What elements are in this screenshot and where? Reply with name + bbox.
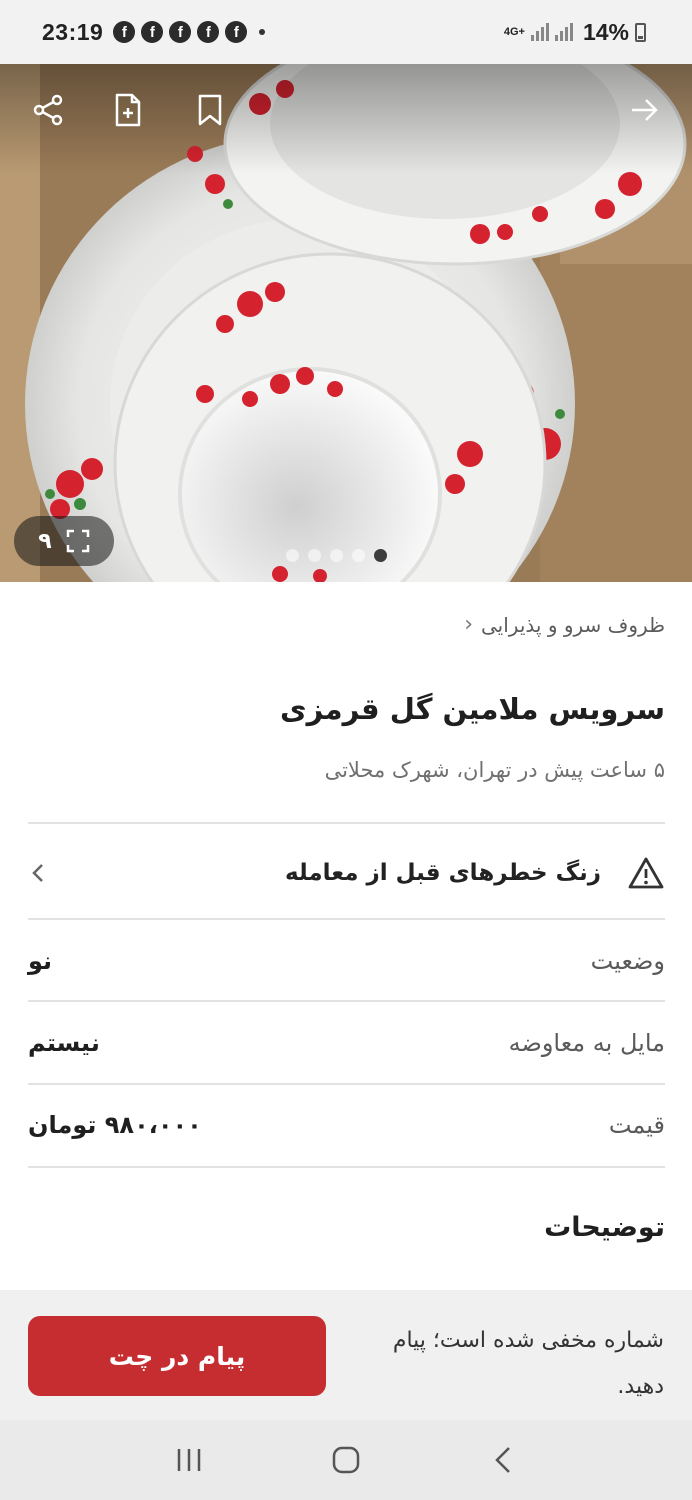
- gallery-page-indicator: [286, 549, 387, 562]
- detail-label: مایل به معاوضه: [508, 1029, 665, 1057]
- status-left: 23:19 f f f f f: [42, 18, 266, 46]
- status-right: 4G+ 14%: [504, 19, 646, 46]
- listing-image-gallery[interactable]: ۹: [0, 64, 692, 582]
- status-bar: 23:19 f f f f f 4G+ 14%: [0, 0, 692, 64]
- image-count: ۹: [38, 528, 52, 554]
- chevron-left-icon: ‹: [464, 612, 474, 637]
- contact-action-bar: شماره مخفی شده است؛ پیام دهید. پیام در چ…: [0, 1290, 692, 1420]
- detail-label: وضعیت: [590, 947, 665, 975]
- detail-row-exchange: مایل به معاوضه نیستم: [28, 1002, 665, 1084]
- hidden-number-note: شماره مخفی شده است؛ پیام دهید.: [392, 1328, 664, 1399]
- divider: [28, 822, 665, 824]
- detail-value: نیستم: [28, 1029, 100, 1057]
- share-icon[interactable]: [30, 92, 66, 128]
- more-notifications-dot-icon: [259, 29, 266, 35]
- image-top-shade: [0, 64, 692, 174]
- divider: [28, 1166, 665, 1168]
- page-dot: [352, 549, 365, 562]
- facebook-notification-icon: f: [169, 21, 192, 43]
- add-note-icon[interactable]: [110, 92, 146, 128]
- back-arrow-icon[interactable]: [626, 92, 662, 128]
- breadcrumb[interactable]: ظروف سرو و پذیرایی ‹: [464, 612, 665, 637]
- home-icon: [332, 1446, 360, 1474]
- warning-label: زنگ خطرهای قبل از معامله: [285, 860, 601, 886]
- page-dot: [308, 549, 321, 562]
- warning-main: زنگ خطرهای قبل از معامله: [285, 856, 665, 890]
- home-button[interactable]: [326, 1440, 366, 1480]
- gallery-count-button[interactable]: ۹: [14, 516, 114, 566]
- detail-row-condition: وضعیت نو: [28, 920, 665, 1002]
- facebook-notification-icon: f: [225, 21, 248, 43]
- recent-apps-icon: [177, 1449, 200, 1471]
- network-type: 4G+: [503, 25, 525, 38]
- page-dot: [330, 549, 343, 562]
- fullscreen-icon: [66, 529, 89, 553]
- breadcrumb-category[interactable]: ظروف سرو و پذیرایی: [481, 613, 665, 637]
- warning-icon: [628, 857, 664, 889]
- battery-level: 14%: [582, 18, 629, 45]
- detail-value: نو: [28, 947, 53, 975]
- signal-icon-2: [554, 23, 573, 41]
- listing-title: سرویس ملامین گل قرمزی: [280, 692, 665, 726]
- safety-warning-row[interactable]: زنگ خطرهای قبل از معامله: [28, 826, 665, 920]
- detail-label: قیمت: [608, 1111, 665, 1139]
- bookmark-icon[interactable]: [192, 92, 228, 128]
- back-icon: [495, 1447, 511, 1473]
- battery-icon: [635, 22, 646, 42]
- page-dot-active: [374, 549, 387, 562]
- detail-value-price: ۹۸۰،۰۰۰ تومان: [28, 1111, 202, 1139]
- chat-message-button[interactable]: پیام در چت: [28, 1316, 326, 1396]
- recent-apps-button[interactable]: [169, 1440, 209, 1480]
- detail-row-price: قیمت ۹۸۰،۰۰۰ تومان: [28, 1084, 665, 1166]
- status-time: 23:19: [42, 18, 104, 45]
- page-dot: [286, 549, 299, 562]
- description-heading: توضیحات: [544, 1212, 665, 1243]
- facebook-notification-icon: f: [197, 21, 220, 43]
- listing-posted-info: ۵ ساعت پیش در تهران، شهرک محلاتی: [324, 758, 665, 782]
- signal-icon: [530, 23, 549, 41]
- back-button[interactable]: [483, 1440, 523, 1480]
- system-navigation-bar: [0, 1420, 692, 1500]
- facebook-notification-icon: f: [141, 21, 164, 43]
- facebook-notification-icon: f: [113, 21, 136, 43]
- chevron-left-icon: [32, 864, 43, 882]
